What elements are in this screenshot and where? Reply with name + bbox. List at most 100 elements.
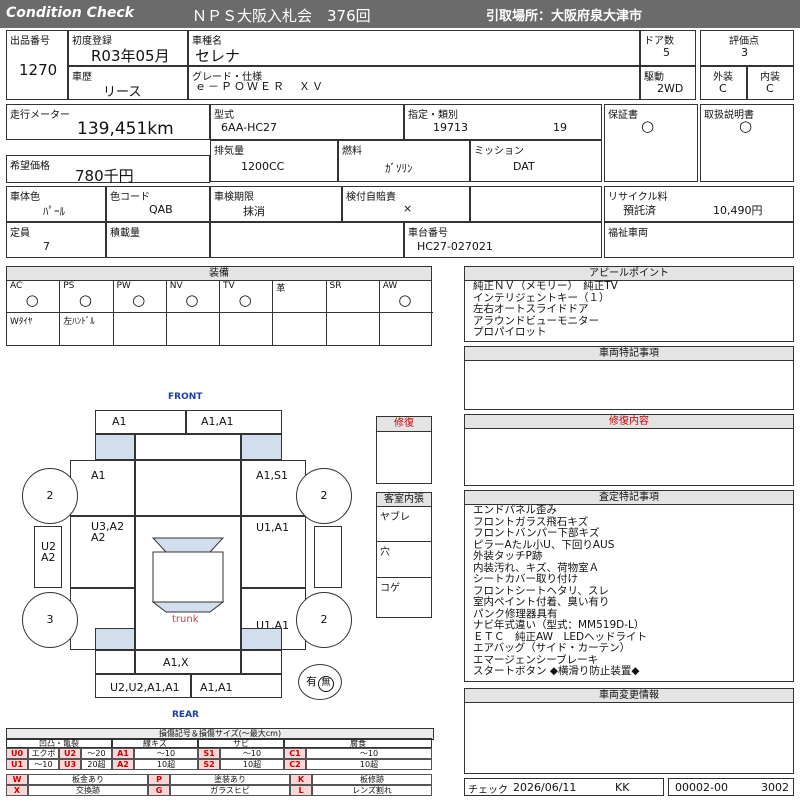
auction-title: ＮＰＳ大阪入札会 376回 (192, 7, 371, 25)
chassis-label: 車台番号 (408, 228, 448, 239)
interior-grade: C (766, 82, 774, 95)
panel-taillight-left (95, 628, 135, 650)
cabin-row-burn: コゲ (377, 577, 431, 617)
legend-desc: ～10 (134, 748, 198, 759)
equipment-cell-extra (220, 313, 274, 346)
panel-front-right: A1,A1 (186, 410, 282, 434)
legend-groups: 凹凸・亀裂 線キズ サビ 腐食 (6, 738, 432, 748)
equipment-mark: ○ (398, 291, 412, 309)
color-code-label: 色コード (110, 192, 150, 203)
damage-legend: 損傷記号＆損傷サイズ(～最大cm) 凹凸・亀裂 線キズ サビ 腐食 U0 エクボ U2 ～2… (6, 728, 434, 796)
inspection-note-line: エンドパネル歪み (473, 504, 557, 516)
equipment-grid: AC ○ PS ○ PW ○ NV ○ TV ○ 革 SR AW ○ Wﾀｲﾔ 左ﾊﾝﾄﾞﾙ (7, 280, 433, 346)
damage-side-left: U2 A2 (41, 540, 57, 564)
legend-desc: 20超 (81, 759, 112, 770)
panel-front-left: A1 (95, 410, 186, 434)
mission: DAT (513, 160, 535, 173)
check-label: チェック (468, 785, 508, 796)
doors-label: ドア数 (644, 36, 674, 47)
mileage: 139,451km (77, 119, 174, 139)
damage-rear-gate: A1,X (163, 656, 189, 669)
equipment-label: PS (63, 281, 75, 291)
legend-code: A1 (112, 748, 134, 759)
repair-detail-box: 修復内容 (464, 414, 794, 486)
equipment-cell-extra (167, 313, 220, 346)
panel-side-right (314, 526, 342, 588)
legend-code: C1 (284, 748, 306, 759)
history: リース (103, 85, 142, 100)
panel-rear-light-left-upper (95, 650, 135, 674)
body-color-cell: 車体色 ﾊﾟｰﾙ (6, 186, 106, 222)
legend-code: U1 (6, 759, 28, 770)
legend-desc: ～10 (28, 759, 59, 770)
legend-group: 腐食 (284, 738, 432, 748)
legend-code: G (148, 785, 170, 796)
legend-code: U3 (59, 759, 81, 770)
special-title: 車両特記事項 (465, 347, 793, 361)
appeal-box: アピールポイント 純正ＮＶ（メモリー） 純正TV インテリジェントキー（１） 左右オ… (464, 266, 794, 342)
special-box: 車両特記事項 (464, 346, 794, 410)
first-reg: R03年05月 (91, 47, 170, 65)
wheel-rear-left-value: 3 (46, 613, 54, 626)
capacity: 7 (43, 240, 50, 253)
rear-label: REAR (172, 710, 199, 720)
equipment-label: NV (169, 281, 183, 291)
fuel: ｶﾞｿﾘﾝ (385, 162, 413, 175)
color-code-cell: 色コード QAB (106, 186, 210, 222)
panel-side-left: U2 A2 (34, 526, 62, 588)
inspection-note-line: シートカバー取り付け (473, 573, 578, 585)
inspection-note-line: ナビ年式違い（型式：MM519D-L） (473, 619, 645, 631)
inspection-note-line: 室内ペイント付着、臭い有り (473, 596, 610, 608)
warranty-label: 保証書 (608, 110, 638, 121)
chassis-cell: 車台番号 HC27-027021 (404, 222, 602, 258)
panel-door-front-left: U3,A2 A2 (70, 516, 135, 588)
legend-desc: ～10 (220, 748, 284, 759)
inspection-note-line: スタートボタン ◆横滑り防止装置◆ (473, 665, 640, 677)
wheel-front-right: 2 (296, 468, 352, 524)
body-color: ﾊﾟｰﾙ (43, 205, 65, 218)
type-code-1: 19713 (433, 121, 468, 134)
grade-cell: グレード・仕様 ｅ－ＰＯＷＥＲ ＸＶ (188, 66, 640, 100)
legend-desc: 交換跡 (28, 785, 148, 796)
equipment-mark: ○ (78, 291, 92, 309)
legend-desc: レンズ割れ (312, 785, 432, 796)
car-diagram: FRONT A1 A1,A1 A1 A1,S1 U3,A2 A2 U1,A1 U… (0, 388, 376, 728)
legend-desc: 10超 (134, 759, 198, 770)
equipment-label: SR (329, 281, 342, 291)
warranty-cell: 保証書 ○ (604, 104, 698, 182)
panel-bumper-rear-left: U2,U2,A1,A1 (95, 674, 191, 698)
legend-group: 線キズ (112, 738, 198, 748)
legend-desc: エクボ (28, 748, 59, 759)
equipment-extra-label: Wﾀｲﾔ (10, 317, 33, 327)
mileage-cell: 走行メーター 139,451km (6, 104, 210, 140)
fuel-cell: 燃料 ｶﾞｿﾘﾝ (338, 140, 470, 182)
mileage-label: 走行メーター (10, 110, 70, 121)
cabin-row-hole: 穴 (377, 541, 431, 578)
insurance-label: 検付自賠責 (346, 192, 396, 203)
equipment-cell: AW ○ (379, 280, 433, 313)
equipment-cell-extra (273, 313, 327, 346)
equipment-cell-extra: Wﾀｲﾔ (7, 313, 61, 346)
legend-code: P (148, 774, 170, 785)
insurance-cell: 検付自賠責 × (342, 186, 470, 222)
spare-tire: 有無 (298, 664, 342, 700)
capacity-cell: 定員 7 (6, 222, 106, 258)
history-label: 車歴 (72, 72, 92, 83)
legend-desc: 板金あり (28, 774, 148, 785)
damage-fender-left: A1 (91, 469, 106, 482)
cabin-item-burn: コゲ (380, 583, 400, 594)
cabin-title: 客室内張 (377, 493, 431, 507)
equipment-label: AW (382, 281, 398, 291)
equipment-cell: 革 (273, 280, 327, 313)
equipment-title: 装備 (7, 267, 431, 281)
inspection-cell: 車検期限 抹消 (210, 186, 342, 222)
drive-label: 駆動 (644, 72, 664, 83)
type-code-2: 19 (553, 121, 567, 134)
blank-cell (470, 186, 602, 222)
displacement-cell: 排気量 1200CC (210, 140, 338, 182)
history-cell: 車歴 リース (68, 66, 188, 100)
exterior-cell: 外装 C (700, 66, 747, 100)
recycle-label: リサイクル料 (608, 192, 668, 203)
legend-code: L (290, 785, 312, 796)
exterior-label: 外装 (713, 72, 733, 83)
